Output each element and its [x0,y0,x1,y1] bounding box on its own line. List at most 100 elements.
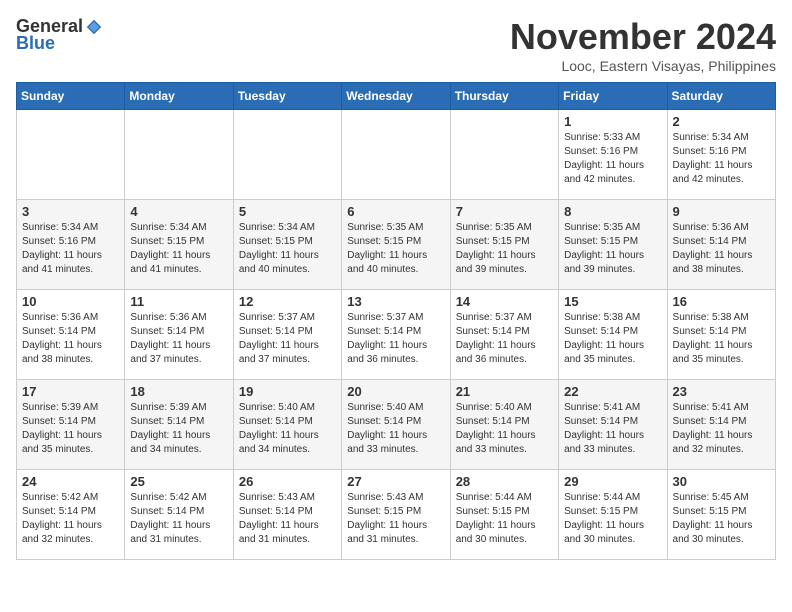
day-header-sunday: Sunday [17,83,125,110]
calendar-cell: 12Sunrise: 5:37 AM Sunset: 5:14 PM Dayli… [233,290,341,380]
day-number: 25 [130,474,227,489]
day-header-tuesday: Tuesday [233,83,341,110]
day-number: 30 [673,474,770,489]
day-number: 7 [456,204,553,219]
calendar-cell [233,110,341,200]
day-info: Sunrise: 5:44 AM Sunset: 5:15 PM Dayligh… [564,491,661,547]
day-header-wednesday: Wednesday [342,83,450,110]
day-number: 15 [564,294,661,309]
day-header-thursday: Thursday [450,83,558,110]
day-info: Sunrise: 5:39 AM Sunset: 5:14 PM Dayligh… [22,401,119,457]
day-number: 10 [22,294,119,309]
day-header-friday: Friday [559,83,667,110]
month-title: November 2024 [510,16,776,58]
calendar-cell [17,110,125,200]
calendar-week-5: 24 Sunrise: 5:42 AM Sunset: 5:14 PM Dayli… [17,470,776,560]
day-info: Sunrise: 5:35 AM Sunset: 5:15 PM Dayligh… [564,221,661,277]
calendar-cell: 5 Sunrise: 5:34 AM Sunset: 5:15 PM Daylig… [233,200,341,290]
day-number: 13 [347,294,444,309]
day-info: Sunrise: 5:44 AM Sunset: 5:15 PM Dayligh… [456,491,553,547]
calendar-cell [450,110,558,200]
calendar-cell: 4 Sunrise: 5:34 AM Sunset: 5:15 PM Daylig… [125,200,233,290]
day-header-saturday: Saturday [667,83,775,110]
day-info: Sunrise: 5:38 AM Sunset: 5:14 PM Dayligh… [673,311,770,367]
calendar-cell: 26 Sunrise: 5:43 AM Sunset: 5:14 PM Dayli… [233,470,341,560]
day-number: 11 [130,294,227,309]
calendar-cell: 22 Sunrise: 5:41 AM Sunset: 5:14 PM Dayli… [559,380,667,470]
day-info: Sunrise: 5:35 AM Sunset: 5:15 PM Dayligh… [456,221,553,277]
day-number: 6 [347,204,444,219]
day-info: Sunrise: 5:41 AM Sunset: 5:14 PM Dayligh… [673,401,770,457]
day-info: Sunrise: 5:43 AM Sunset: 5:14 PM Dayligh… [239,491,336,547]
calendar-cell: 2Sunrise: 5:34 AM Sunset: 5:16 PM Daylig… [667,110,775,200]
calendar-cell: 27 Sunrise: 5:43 AM Sunset: 5:15 PM Dayli… [342,470,450,560]
day-info: Sunrise: 5:40 AM Sunset: 5:14 PM Dayligh… [456,401,553,457]
calendar-cell: 28 Sunrise: 5:44 AM Sunset: 5:15 PM Dayli… [450,470,558,560]
calendar-cell [342,110,450,200]
day-info: Sunrise: 5:35 AM Sunset: 5:15 PM Dayligh… [347,221,444,277]
day-info: Sunrise: 5:34 AM Sunset: 5:15 PM Dayligh… [130,221,227,277]
calendar-cell: 8 Sunrise: 5:35 AM Sunset: 5:15 PM Daylig… [559,200,667,290]
day-info: Sunrise: 5:41 AM Sunset: 5:14 PM Dayligh… [564,401,661,457]
day-info: Sunrise: 5:43 AM Sunset: 5:15 PM Dayligh… [347,491,444,547]
day-number: 3 [22,204,119,219]
day-number: 18 [130,384,227,399]
calendar-cell: 6 Sunrise: 5:35 AM Sunset: 5:15 PM Daylig… [342,200,450,290]
day-number: 14 [456,294,553,309]
day-number: 26 [239,474,336,489]
day-info: Sunrise: 5:37 AM Sunset: 5:14 PM Dayligh… [456,311,553,367]
day-number: 8 [564,204,661,219]
day-info: Sunrise: 5:34 AM Sunset: 5:16 PM Dayligh… [673,131,770,187]
logo-icon [85,18,103,36]
calendar-cell: 23 Sunrise: 5:41 AM Sunset: 5:14 PM Dayli… [667,380,775,470]
calendar-header-row: SundayMondayTuesdayWednesdayThursdayFrid… [17,83,776,110]
day-number: 28 [456,474,553,489]
day-info: Sunrise: 5:42 AM Sunset: 5:14 PM Dayligh… [130,491,227,547]
calendar-cell: 20 Sunrise: 5:40 AM Sunset: 5:14 PM Dayli… [342,380,450,470]
day-info: Sunrise: 5:37 AM Sunset: 5:14 PM Dayligh… [347,311,444,367]
day-info: Sunrise: 5:36 AM Sunset: 5:14 PM Dayligh… [673,221,770,277]
day-number: 27 [347,474,444,489]
day-number: 20 [347,384,444,399]
day-header-monday: Monday [125,83,233,110]
calendar-cell: 18 Sunrise: 5:39 AM Sunset: 5:14 PM Dayli… [125,380,233,470]
day-number: 23 [673,384,770,399]
day-info: Sunrise: 5:38 AM Sunset: 5:14 PM Dayligh… [564,311,661,367]
calendar-cell: 25 Sunrise: 5:42 AM Sunset: 5:14 PM Dayli… [125,470,233,560]
day-info: Sunrise: 5:36 AM Sunset: 5:14 PM Dayligh… [130,311,227,367]
day-number: 9 [673,204,770,219]
day-info: Sunrise: 5:39 AM Sunset: 5:14 PM Dayligh… [130,401,227,457]
calendar-week-2: 3 Sunrise: 5:34 AM Sunset: 5:16 PM Daylig… [17,200,776,290]
day-number: 4 [130,204,227,219]
day-number: 16 [673,294,770,309]
calendar-cell: 15 Sunrise: 5:38 AM Sunset: 5:14 PM Dayli… [559,290,667,380]
day-info: Sunrise: 5:34 AM Sunset: 5:15 PM Dayligh… [239,221,336,277]
calendar-cell [125,110,233,200]
calendar-cell: 10 Sunrise: 5:36 AM Sunset: 5:14 PM Dayli… [17,290,125,380]
day-info: Sunrise: 5:45 AM Sunset: 5:15 PM Dayligh… [673,491,770,547]
day-info: Sunrise: 5:40 AM Sunset: 5:14 PM Dayligh… [347,401,444,457]
day-number: 5 [239,204,336,219]
day-number: 24 [22,474,119,489]
day-number: 1 [564,114,661,129]
calendar-cell: 16 Sunrise: 5:38 AM Sunset: 5:14 PM Dayli… [667,290,775,380]
calendar-cell: 30 Sunrise: 5:45 AM Sunset: 5:15 PM Dayli… [667,470,775,560]
calendar-cell: 17 Sunrise: 5:39 AM Sunset: 5:14 PM Dayli… [17,380,125,470]
day-number: 17 [22,384,119,399]
calendar-cell: 24Sunrise: 5:42 AM Sunset: 5:14 PM Dayli… [17,470,125,560]
day-number: 22 [564,384,661,399]
location-text: Looc, Eastern Visayas, Philippines [510,58,776,74]
calendar-week-1: 1 Sunrise: 5:33 AM Sunset: 5:16 PM Daylig… [17,110,776,200]
logo-blue-text: Blue [16,33,55,54]
calendar-cell: 1 Sunrise: 5:33 AM Sunset: 5:16 PM Daylig… [559,110,667,200]
calendar-cell: 7 Sunrise: 5:35 AM Sunset: 5:15 PM Daylig… [450,200,558,290]
day-info: Sunrise: 5:33 AM Sunset: 5:16 PM Dayligh… [564,131,661,187]
day-info: Sunrise: 5:36 AM Sunset: 5:14 PM Dayligh… [22,311,119,367]
page-header: General Blue November 2024 Looc, Eastern… [16,16,776,74]
calendar-table: SundayMondayTuesdayWednesdayThursdayFrid… [16,82,776,560]
day-number: 29 [564,474,661,489]
day-info: Sunrise: 5:34 AM Sunset: 5:16 PM Dayligh… [22,221,119,277]
day-info: Sunrise: 5:37 AM Sunset: 5:14 PM Dayligh… [239,311,336,367]
calendar-cell: 29 Sunrise: 5:44 AM Sunset: 5:15 PM Dayli… [559,470,667,560]
calendar-cell: 19Sunrise: 5:40 AM Sunset: 5:14 PM Dayli… [233,380,341,470]
